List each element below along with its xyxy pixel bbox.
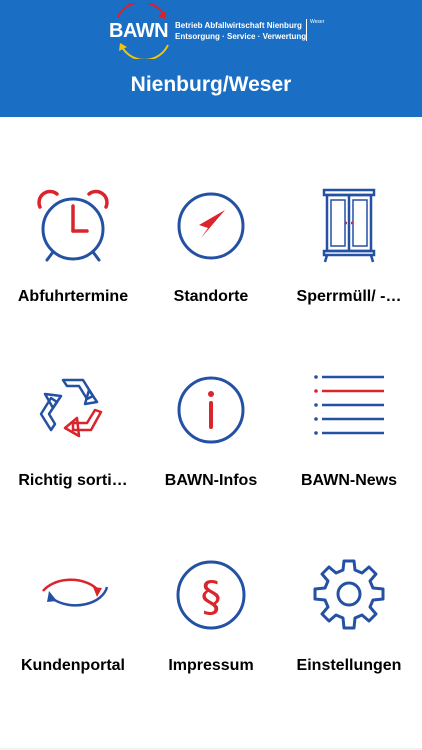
menu-label: Abfuhrtermine [17, 288, 129, 305]
wardrobe-icon [322, 188, 376, 263]
menu-tile-bawn-news[interactable]: BAWN-News [279, 372, 419, 552]
logo-divider [306, 19, 307, 41]
logo-subtext: Weser [310, 19, 325, 25]
menu-tile-kundenportal[interactable]: Kundenportal [3, 557, 143, 737]
alarm-clock-icon [37, 189, 109, 262]
page-title: Nienburg/Weser [130, 73, 292, 96]
gear-icon [313, 559, 385, 630]
menu-tile-abfuhrtermine[interactable]: Abfuhrtermine [3, 188, 143, 368]
logo-tagline-1: Betrieb Abfallwirtschaft Nienburg [175, 21, 302, 30]
menu-tile-standorte[interactable]: Standorte [141, 188, 281, 368]
menu-label: BAWN-Infos [164, 472, 258, 489]
paragraph-icon: § [176, 560, 246, 630]
exchange-arrows-icon [42, 578, 109, 607]
menu-label: BAWN-News [300, 472, 397, 489]
recycle-icon [39, 378, 103, 438]
compass-icon [177, 192, 245, 260]
menu-label: Standorte [173, 288, 249, 305]
header-bar: BAWN Betrieb Abfallwirtschaft Nienburg E… [0, 0, 422, 117]
info-icon [177, 376, 245, 444]
logo-wordmark: BAWN [109, 20, 169, 42]
menu-tile-sperrmuell[interactable]: Sperrmüll/ -… [279, 188, 419, 368]
menu-tile-richtig-sortieren[interactable]: Richtig sorti… [3, 372, 143, 552]
news-list-icon [314, 375, 384, 435]
svg-text:§: § [201, 572, 222, 621]
app-screen: BAWN Betrieb Abfallwirtschaft Nienburg E… [0, 0, 422, 750]
menu-label: Richtig sorti… [18, 472, 128, 489]
menu-label: Sperrmüll/ -… [296, 288, 402, 305]
logo-tagline-2: Entsorgung · Service · Verwertung [175, 32, 307, 41]
menu-tile-bawn-infos[interactable]: BAWN-Infos [141, 372, 281, 552]
menu-label: Einstellungen [296, 657, 402, 674]
bawn-logo: BAWN Betrieb Abfallwirtschaft Nienburg E… [108, 3, 328, 59]
menu-label: Kundenportal [21, 657, 125, 674]
menu-tile-einstellungen[interactable]: Einstellungen [279, 557, 419, 737]
menu-tile-impressum[interactable]: § Impressum [141, 557, 281, 737]
menu-label: Impressum [168, 657, 254, 674]
